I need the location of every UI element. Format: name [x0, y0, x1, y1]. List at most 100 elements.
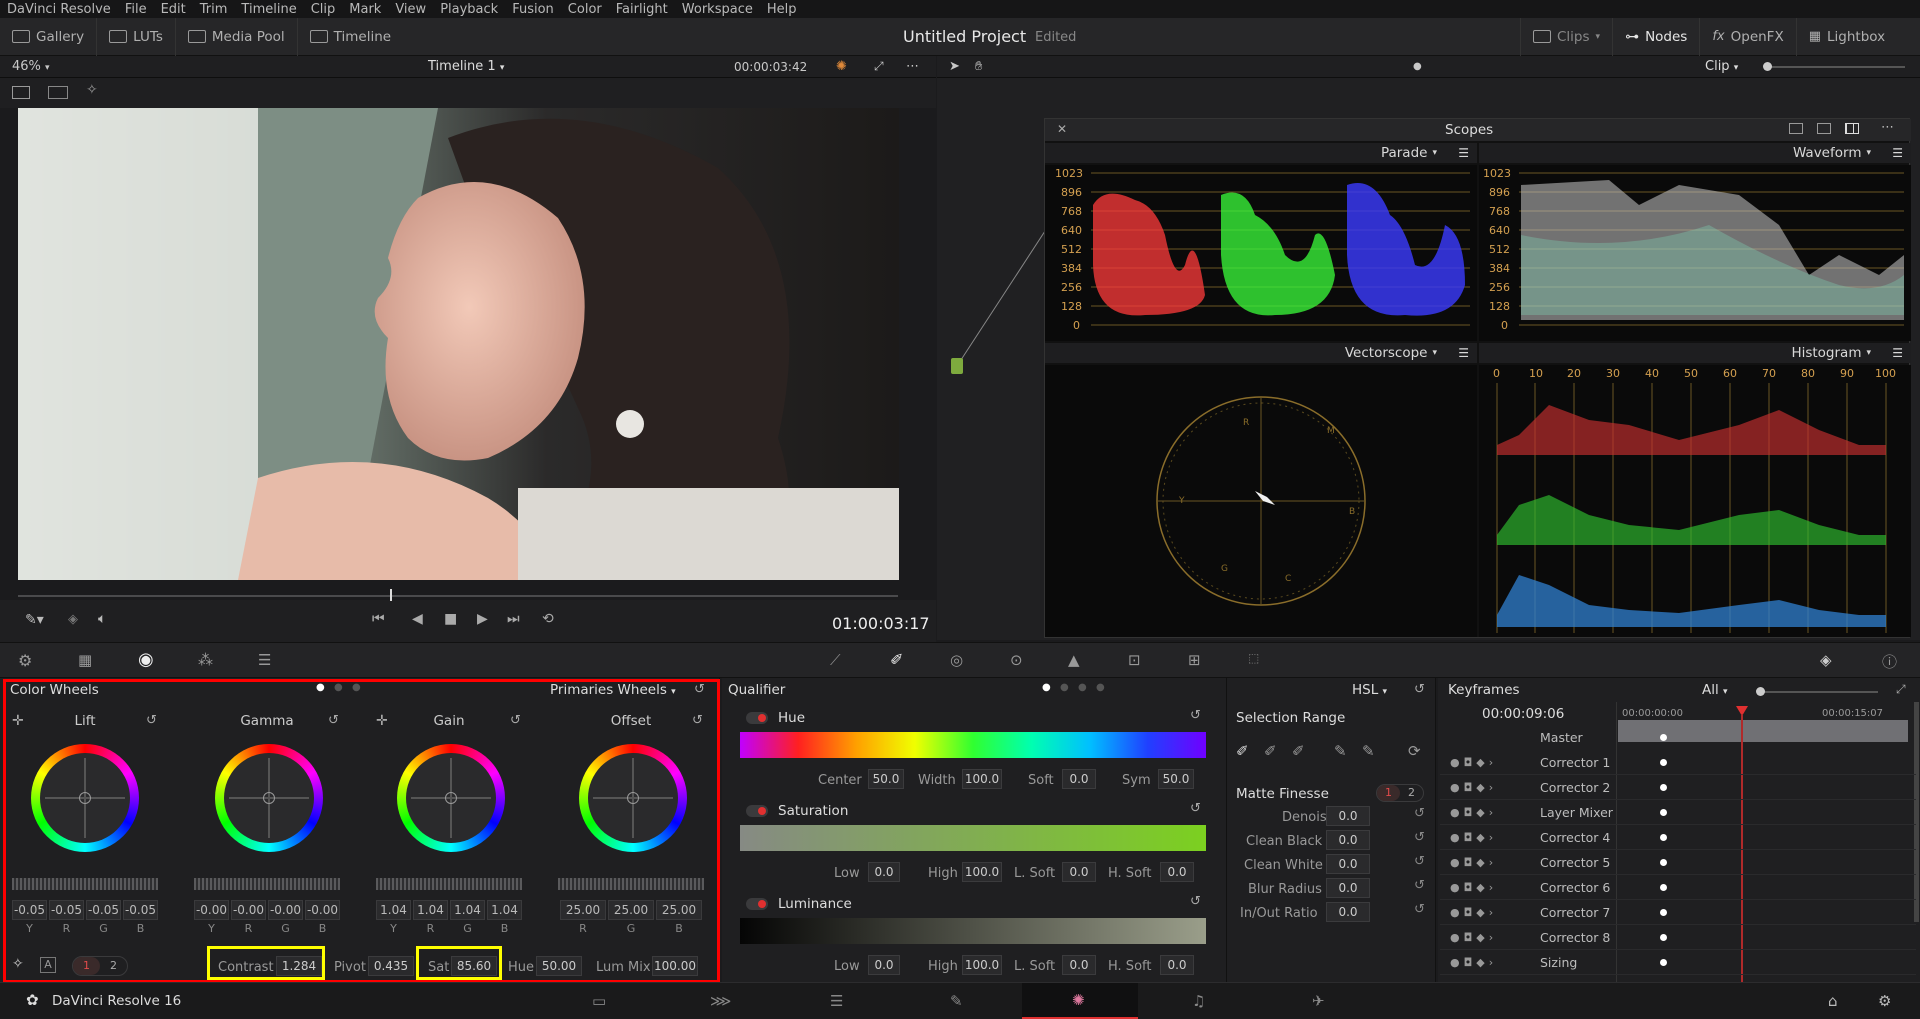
cut-page-icon[interactable]: ⋙	[710, 992, 731, 1010]
expand-icon[interactable]: ⤢	[1896, 682, 1906, 697]
settings-icon[interactable]: ☰	[1458, 146, 1469, 160]
skip-end-icon[interactable]: ⏭︎	[507, 611, 520, 627]
keyframe-dot[interactable]	[1660, 758, 1667, 766]
hand-icon[interactable]: ✋︎	[975, 59, 982, 74]
keyframe-dot[interactable]	[1660, 958, 1667, 966]
pointer-icon[interactable]: ➤	[949, 59, 960, 74]
close-icon[interactable]: ✕	[1057, 122, 1067, 136]
soft-field[interactable]: 0.0	[1062, 769, 1096, 789]
hue-toggle[interactable]	[746, 712, 768, 724]
rgb-mixer-icon[interactable]: ⁂	[198, 651, 213, 669]
timeline-button[interactable]: Timeline	[298, 18, 403, 56]
fairlight-page-icon[interactable]: ♫	[1192, 992, 1205, 1010]
settings-icon[interactable]: ☰	[1892, 146, 1903, 160]
keyframe-dot[interactable]	[1660, 933, 1667, 941]
clips-button[interactable]: Clips ▾	[1520, 17, 1614, 56]
keyframes-icon[interactable]: ◈	[1820, 651, 1832, 669]
media-page-icon[interactable]: ▭	[592, 992, 606, 1010]
feather-plus-icon[interactable]: ✎	[1362, 742, 1375, 760]
clip-mode-dropdown[interactable]: Clip ▾	[1705, 59, 1738, 74]
in-out-ratio-field[interactable]: 0.0	[1326, 902, 1370, 922]
settings-icon[interactable]: ☰	[1892, 346, 1903, 360]
keyframe-row[interactable]: ●◘◆› Corrector 2	[1440, 775, 1916, 800]
openfx-button[interactable]: fx OpenFX	[1700, 17, 1797, 56]
scrubber[interactable]	[18, 595, 898, 597]
menu-timeline[interactable]: Timeline	[234, 2, 303, 17]
gear-icon[interactable]: ⚙︎	[1878, 992, 1891, 1010]
lum-low-field[interactable]: 0.0	[868, 955, 900, 975]
width-field[interactable]: 100.0	[962, 769, 1002, 789]
keyframe-dot[interactable]	[1660, 908, 1667, 916]
saturation-range-bar[interactable]	[740, 825, 1206, 851]
keyframe-row[interactable]: ●◘◆› Corrector 4	[1440, 825, 1916, 850]
home-icon[interactable]: ⌂	[1828, 992, 1838, 1010]
3d-icon[interactable]: ⬚	[1248, 651, 1259, 665]
zoom-dropdown[interactable]: 46% ▾	[12, 59, 50, 74]
hue-range-bar[interactable]	[740, 732, 1206, 758]
node-input-icon[interactable]	[951, 358, 963, 374]
blur-icon[interactable]: ▲	[1068, 651, 1080, 669]
keyframe-row[interactable]: ●◘◆› Corrector 5	[1440, 850, 1916, 875]
menu-help[interactable]: Help	[760, 2, 804, 17]
denoise-field[interactable]: 0.0	[1326, 806, 1370, 826]
menu-color[interactable]: Color	[561, 2, 609, 17]
keyframe-row[interactable]: ●◘◆› Layer Mixer	[1440, 800, 1916, 825]
media-pool-button[interactable]: Media Pool	[176, 17, 298, 56]
color-picker-icon[interactable]: ✺	[836, 59, 847, 74]
qualifier-icon[interactable]: ✐	[890, 650, 903, 669]
chevron-down-icon[interactable]: ▾	[1432, 148, 1437, 158]
sat-lsoft-field[interactable]: 0.0	[1062, 862, 1096, 882]
lightbox-button[interactable]: ▦ Lightbox	[1797, 18, 1897, 56]
keyframe-row[interactable]: ●◘◆› Corrector 7	[1440, 900, 1916, 925]
reset-icon[interactable]: ↺	[1414, 854, 1425, 869]
luminance-toggle[interactable]	[746, 898, 768, 910]
camera-raw-icon[interactable]: ⚙︎	[18, 651, 32, 670]
menu-mark[interactable]: Mark	[342, 2, 388, 17]
menu-fairlight[interactable]: Fairlight	[609, 2, 675, 17]
single-view-icon[interactable]	[12, 86, 30, 99]
nodes-button[interactable]: ⊶ Nodes	[1613, 17, 1701, 56]
menu-playback[interactable]: Playback	[433, 2, 505, 17]
keyframe-dot[interactable]	[1660, 734, 1667, 741]
sizing-icon[interactable]: ⊞	[1188, 651, 1201, 669]
color-match-icon[interactable]: ▦	[78, 651, 92, 669]
info-icon[interactable]: ⓘ	[1882, 651, 1897, 672]
sat-hsoft-field[interactable]: 0.0	[1160, 862, 1194, 882]
clean-black-field[interactable]: 0.0	[1326, 830, 1370, 850]
reset-icon[interactable]: ↺	[1414, 878, 1425, 893]
feather-minus-icon[interactable]: ✎	[1334, 742, 1347, 760]
layout-quad-icon[interactable]	[1845, 123, 1859, 134]
color-wheels-icon[interactable]: ◉	[138, 649, 154, 670]
color-page-tab[interactable]: ✺	[1022, 983, 1138, 1019]
luts-button[interactable]: LUTs	[97, 17, 176, 56]
lum-lsoft-field[interactable]: 0.0	[1062, 955, 1096, 975]
scrubber-playhead[interactable]	[390, 589, 392, 601]
sat-high-field[interactable]: 100.0	[962, 862, 1002, 882]
page-dot[interactable]: ●	[1078, 682, 1087, 693]
skip-start-icon[interactable]: ⏮︎	[372, 611, 385, 627]
saturation-toggle[interactable]	[746, 805, 768, 817]
keyframe-zoom-slider[interactable]	[1758, 691, 1878, 693]
fullscreen-icon[interactable]: ⤢	[874, 59, 884, 74]
menu-edit[interactable]: Edit	[154, 2, 193, 17]
keyframe-row[interactable]: ●◘◆› Corrector 6	[1440, 875, 1916, 900]
keyframe-dot[interactable]	[1660, 783, 1667, 791]
menu-file[interactable]: File	[118, 2, 154, 17]
menu-trim[interactable]: Trim	[193, 2, 235, 17]
layers-icon[interactable]: ◈	[68, 612, 78, 627]
loop-icon[interactable]: ⟲	[542, 611, 554, 627]
video-viewer[interactable]	[18, 108, 899, 580]
gallery-button[interactable]: Gallery	[0, 17, 98, 56]
chevron-down-icon[interactable]: ▾	[1866, 148, 1871, 158]
keyframes-filter-dropdown[interactable]: All ▾	[1702, 682, 1728, 698]
keyframe-row[interactable]: ●◘◆› Sizing	[1440, 950, 1916, 975]
keyframe-dot[interactable]	[1660, 858, 1667, 866]
curves-icon[interactable]: ⟋	[830, 651, 841, 669]
lum-high-field[interactable]: 100.0	[962, 955, 1002, 975]
keyframe-row-master[interactable]: Master	[1440, 725, 1916, 750]
timeline-dropdown[interactable]: Timeline 1 ▾	[428, 59, 504, 74]
matte-page-2-button[interactable]: 2	[1400, 785, 1423, 801]
chevron-down-icon[interactable]: ▾	[1866, 348, 1871, 358]
picker-minus-icon[interactable]: ✐	[1264, 742, 1277, 760]
blur-radius-field[interactable]: 0.0	[1326, 878, 1370, 898]
